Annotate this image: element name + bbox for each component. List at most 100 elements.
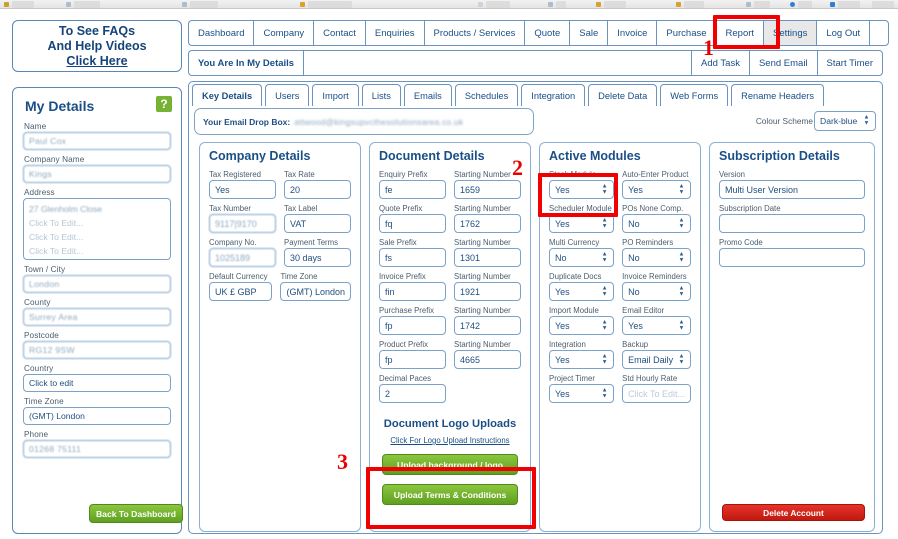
import-module-select[interactable]: Yes ▲ ▼ xyxy=(549,316,615,335)
company-row-1: Tax Registered Yes Tax Rate 20 xyxy=(200,170,360,204)
country-input[interactable]: Click to edit xyxy=(23,374,171,392)
quote-starting-number-input[interactable]: 1762 xyxy=(454,214,521,233)
bookmark-item xyxy=(684,1,704,8)
postcode-input[interactable]: RG12 9SW xyxy=(23,341,171,359)
sale-prefix-input[interactable]: fs xyxy=(379,248,446,267)
subtab-lists[interactable]: Lists xyxy=(361,84,401,106)
label-project-timer: Project Timer xyxy=(549,374,595,383)
delete-account-button[interactable]: Delete Account xyxy=(722,504,865,521)
payment-terms-input[interactable]: 30 days xyxy=(284,248,351,267)
subtab-integration[interactable]: Integration xyxy=(521,84,586,106)
company-no-input[interactable]: 1025189 xyxy=(209,248,276,267)
tax-registered-input[interactable]: Yes xyxy=(209,180,276,199)
std-hourly-rate-input[interactable]: Click To Edit... xyxy=(622,384,691,403)
decimal-paces-input[interactable]: 2 xyxy=(379,384,446,403)
county-input[interactable]: Surrey Area xyxy=(23,308,171,326)
quote-prefix-input[interactable]: fq xyxy=(379,214,446,233)
tab-invoice[interactable]: Invoice xyxy=(607,20,657,46)
add-task-button[interactable]: Add Task xyxy=(691,50,749,76)
time-zone-input[interactable]: (GMT) London xyxy=(23,407,171,425)
upload-background-logo-button[interactable]: Upload background / logo xyxy=(382,454,518,475)
upload-terms-conditions-button[interactable]: Upload Terms & Conditions xyxy=(382,484,518,505)
email-dropbox-field[interactable]: Your Email Drop Box: attwood@kingsupvcth… xyxy=(194,108,534,135)
product-starting-number-input[interactable]: 4665 xyxy=(454,350,521,369)
enquiry-prefix-input[interactable]: fe xyxy=(379,180,446,199)
tab-settings[interactable]: Settings xyxy=(763,20,817,46)
tab-enquiries[interactable]: Enquiries xyxy=(364,20,424,46)
backup-select[interactable]: Email Daily ▲ ▼ xyxy=(622,350,691,369)
start-timer-button[interactable]: Start Timer xyxy=(816,50,883,76)
tab-log-out[interactable]: Log Out xyxy=(816,20,870,46)
label-promo-code: Promo Code xyxy=(719,238,763,247)
project-timer-value: Yes xyxy=(555,388,570,399)
subtab-schedules[interactable]: Schedules xyxy=(454,84,519,106)
tab-sale[interactable]: Sale xyxy=(569,20,608,46)
company-time-zone-input[interactable]: (GMT) London xyxy=(280,282,351,301)
project-timer-select[interactable]: Yes ▲ ▼ xyxy=(549,384,615,403)
po-reminders-select[interactable]: No ▲ ▼ xyxy=(622,248,691,267)
email-dropbox-row: Your Email Drop Box: attwood@kingsupvcth… xyxy=(194,108,879,135)
faq-line-1: To See FAQs xyxy=(58,23,136,38)
field-label-company-name: Company Name xyxy=(24,155,85,164)
tab-quote[interactable]: Quote xyxy=(524,20,570,46)
settings-sub-tabs: Key Details Users Import Lists Emails Sc… xyxy=(189,84,884,106)
tax-number-input[interactable]: 9117|9170 xyxy=(209,214,276,233)
purchase-prefix-input[interactable]: fp xyxy=(379,316,446,335)
logo-upload-instructions-link[interactable]: Click For Logo Upload Instructions xyxy=(370,436,530,445)
subtab-users[interactable]: Users xyxy=(265,84,310,106)
invoice-reminders-select[interactable]: No ▲ ▼ xyxy=(622,282,691,301)
subtab-web-forms[interactable]: Web Forms xyxy=(660,84,729,106)
tab-report[interactable]: Report xyxy=(715,20,764,46)
invoice-starting-number-input[interactable]: 1921 xyxy=(454,282,521,301)
scheduler-module-select[interactable]: Yes ▲ ▼ xyxy=(549,214,615,233)
default-currency-input[interactable]: UK £ GBP xyxy=(209,282,273,301)
sale-starting-number-input[interactable]: 1301 xyxy=(454,248,521,267)
invoice-prefix-input[interactable]: fin xyxy=(379,282,446,301)
tab-dashboard[interactable]: Dashboard xyxy=(188,20,254,46)
tab-contact[interactable]: Contact xyxy=(313,20,365,46)
subscription-date-input[interactable] xyxy=(719,214,865,233)
label-integration: Integration xyxy=(549,340,586,349)
product-prefix-input[interactable]: fp xyxy=(379,350,446,369)
name-input[interactable]: Paul Cox xyxy=(23,132,171,150)
stock-module-select[interactable]: Yes ▲ ▼ xyxy=(549,180,615,199)
multi-currency-select[interactable]: No ▲ ▼ xyxy=(549,248,615,267)
enquiry-starting-number-input[interactable]: 1659 xyxy=(454,180,521,199)
faq-click-here-link[interactable]: Click Here xyxy=(66,54,127,69)
tax-label-input[interactable]: VAT xyxy=(284,214,351,233)
colour-scheme-value: Dark-blue xyxy=(820,116,858,126)
address-input[interactable]: 27 Glenholm Close Click To Edit... Click… xyxy=(23,198,171,260)
subtab-rename-headers[interactable]: Rename Headers xyxy=(731,84,825,106)
town-city-input[interactable]: London xyxy=(23,275,171,293)
tab-purchase[interactable]: Purchase xyxy=(656,20,716,46)
tab-company[interactable]: Company xyxy=(253,20,314,46)
duplicate-docs-select[interactable]: Yes ▲ ▼ xyxy=(549,282,615,301)
subtab-import[interactable]: Import xyxy=(312,84,359,106)
integration-select[interactable]: Yes ▲ ▼ xyxy=(549,350,615,369)
colour-scheme-label: Colour Scheme xyxy=(755,116,813,126)
purchase-starting-number-input[interactable]: 1742 xyxy=(454,316,521,335)
bookmark-item xyxy=(604,1,626,8)
email-editor-select[interactable]: Yes ▲ ▼ xyxy=(622,316,691,335)
colour-scheme-select[interactable]: Dark-blue ▲ ▼ xyxy=(814,111,876,131)
document-details-title: Document Details xyxy=(379,149,485,163)
bookmark-item xyxy=(838,1,860,8)
auto-enter-product-select[interactable]: Yes ▲ ▼ xyxy=(622,180,691,199)
bookmark-icon xyxy=(300,2,305,7)
subtab-key-details[interactable]: Key Details xyxy=(192,84,263,106)
subtab-emails[interactable]: Emails xyxy=(403,84,452,106)
promo-code-input[interactable] xyxy=(719,248,865,267)
help-question-icon[interactable]: ? xyxy=(156,96,172,112)
send-email-button[interactable]: Send Email xyxy=(748,50,817,76)
pos-none-comp-select[interactable]: No ▲ ▼ xyxy=(622,214,691,233)
bookmark-icon xyxy=(790,2,795,7)
back-to-dashboard-button[interactable]: Back To Dashboard xyxy=(89,504,183,523)
tab-products-services[interactable]: Products / Services xyxy=(423,20,525,46)
subtab-delete-data[interactable]: Delete Data xyxy=(588,84,658,106)
faq-help-videos-box[interactable]: To See FAQs And Help Videos Click Here xyxy=(12,20,182,72)
bookmark-icon xyxy=(478,2,483,7)
tax-rate-input[interactable]: 20 xyxy=(284,180,351,199)
company-name-input[interactable]: Kings xyxy=(23,165,171,183)
version-input[interactable]: Multi User Version xyxy=(719,180,865,199)
phone-input[interactable]: 01268 75111 xyxy=(23,440,171,458)
